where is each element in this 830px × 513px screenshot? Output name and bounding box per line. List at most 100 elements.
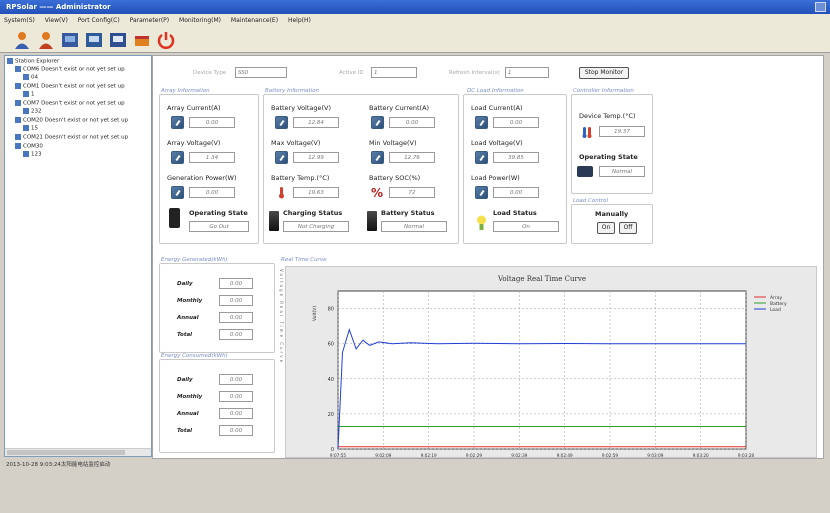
device-icon[interactable] xyxy=(60,30,80,50)
menu-parameter[interactable]: Parameter(P) xyxy=(130,17,170,24)
charging-status-value: Not Charging xyxy=(283,221,349,232)
tree-item[interactable]: 123 xyxy=(23,151,42,158)
battery-voltage-label: Battery Voltage(V) xyxy=(271,104,332,112)
real-time-side-label: Voltage Real Time Curve xyxy=(279,269,284,365)
refresh-interval-field[interactable]: 1 xyxy=(505,67,549,78)
device-node-icon xyxy=(23,108,29,114)
device-temp-value: 19.37 xyxy=(599,126,645,137)
percent-icon: % xyxy=(371,186,384,200)
energy-con-annual-value: 0.00 xyxy=(219,408,253,419)
scrollbar-thumb[interactable] xyxy=(7,450,125,455)
gauge-icon xyxy=(171,116,184,129)
status-message: 2013-10-28 9:03:24太阳能电站监控启动 xyxy=(6,462,111,468)
controller-state-value: Normal xyxy=(599,166,645,177)
user-icon[interactable] xyxy=(12,30,32,50)
load-status-label: Load Status xyxy=(493,209,537,217)
legend-label-load: Load xyxy=(770,307,781,313)
load-voltage-label: Load Voltage(V) xyxy=(471,139,523,147)
menu-help[interactable]: Help(H) xyxy=(288,17,311,24)
device-node-icon xyxy=(23,151,29,157)
load-on-button[interactable]: On xyxy=(597,222,615,234)
x-tick-label: 9:02:29 xyxy=(466,453,482,458)
device-temp-label: Device Temp.(°C) xyxy=(579,112,636,120)
menu-system[interactable]: System(S) xyxy=(4,17,35,24)
battery-soc-value: 72 xyxy=(389,187,435,198)
energy-gen-annual-value: 0.00 xyxy=(219,312,253,323)
gauge-icon xyxy=(475,116,488,129)
generation-power-label: Generation Power(W) xyxy=(167,174,237,182)
x-tick-label: 9:02:39 xyxy=(511,453,527,458)
battery-current-label: Battery Current(A) xyxy=(369,104,430,112)
energy-consumed-group xyxy=(159,359,275,453)
device-node-icon xyxy=(23,125,29,131)
energy-generated-title: Energy Generated(kWh) xyxy=(161,257,228,263)
stop-monitor-button[interactable]: Stop Monitor xyxy=(579,67,629,79)
tree-item[interactable]: 04 xyxy=(23,74,38,81)
energy-con-monthly-value: 0.00 xyxy=(219,391,253,402)
device-type-select[interactable]: SS0 xyxy=(235,67,287,78)
load-power-label: Load Power(W) xyxy=(471,174,520,182)
menu-maintenance[interactable]: Maintenance(E) xyxy=(231,17,278,24)
port-icon xyxy=(15,117,21,123)
load-off-button[interactable]: Off xyxy=(619,222,637,234)
station-explorer: Station Explorer COM6 Doesn't exist or n… xyxy=(4,55,152,457)
refresh-interval-label: Refresh Interval(s) xyxy=(449,70,500,76)
generation-power-value: 0.00 xyxy=(189,187,235,198)
tree-item[interactable]: COM20 Doesn't exist or not yet set up xyxy=(15,117,128,124)
energy-gen-total-value: 0.00 xyxy=(219,329,253,340)
port-icon xyxy=(15,134,21,140)
y-tick-label: 80 xyxy=(328,307,334,313)
close-icon[interactable] xyxy=(815,2,826,12)
gauge-icon xyxy=(371,151,384,164)
battery-temp-value: 19.63 xyxy=(293,187,339,198)
array-current-label: Array Current(A) xyxy=(167,104,221,112)
battery-voltage-value: 12.84 xyxy=(293,117,339,128)
tree-item[interactable]: 15 xyxy=(23,125,38,132)
active-id-field[interactable]: 1 xyxy=(371,67,417,78)
energy-gen-daily-value: 0.00 xyxy=(219,278,253,289)
user-manage-icon[interactable] xyxy=(36,30,56,50)
device-type-label: Device Type xyxy=(193,70,227,76)
print-icon[interactable] xyxy=(108,30,128,50)
menu-monitoring[interactable]: Monitoring(M) xyxy=(179,17,221,24)
tree-item[interactable]: COM6 Doesn't exist or not yet set up xyxy=(15,66,125,73)
title-bar: RPSolar —— Administrator xyxy=(0,0,830,14)
energy-gen-annual-label: Annual xyxy=(177,315,199,321)
energy-consumed-title: Energy Consumed(kWh) xyxy=(161,353,228,359)
controller-info-title: Controller Information xyxy=(573,88,634,94)
load-status-value: On xyxy=(493,221,559,232)
horizontal-scrollbar[interactable] xyxy=(5,448,151,456)
menu-port-config[interactable]: Port Config(C) xyxy=(78,17,120,24)
voltage-chart: Voltage Real Time Curve Volt(V) 0 20 40 60 80 9… xyxy=(285,266,817,458)
real-time-title: Real Time Curve xyxy=(281,257,327,263)
y-tick-label: 40 xyxy=(328,377,334,383)
thermometer-icon xyxy=(581,126,594,139)
x-tick-label: 9:02:19 xyxy=(421,453,437,458)
legend-label-battery: Battery xyxy=(770,301,787,307)
energy-con-total-value: 0.00 xyxy=(219,425,253,436)
network-icon[interactable] xyxy=(84,30,104,50)
battery-soc-label: Battery SOC(%) xyxy=(369,174,421,182)
charging-status-label: Charging Status xyxy=(283,209,343,217)
energy-con-daily-value: 0.00 xyxy=(219,374,253,385)
power-icon[interactable] xyxy=(156,30,176,50)
load-control-mode: Manually xyxy=(595,210,629,218)
tree-item[interactable]: COM30 xyxy=(15,143,43,150)
array-state-label: Operating State xyxy=(189,209,248,217)
tree-item[interactable]: 1 xyxy=(23,91,35,98)
tree-item[interactable]: COM1 Doesn't exist or not yet set up xyxy=(15,83,125,90)
energy-gen-total-label: Total xyxy=(177,332,193,338)
tree-item[interactable]: COM21 Doesn't exist or not yet set up xyxy=(15,134,128,141)
battery-icon xyxy=(367,211,377,231)
active-id-label: Active ID xyxy=(339,70,364,76)
battery-temp-label: Battery Temp.(°C) xyxy=(271,174,330,182)
minimize-icon[interactable] xyxy=(132,30,152,50)
array-state-value: Go Out xyxy=(189,221,249,232)
tree-item[interactable]: COM7 Doesn't exist or not yet set up xyxy=(15,100,125,107)
tree-root[interactable]: Station Explorer xyxy=(7,58,59,65)
port-icon xyxy=(15,143,21,149)
tree-item[interactable]: 232 xyxy=(23,108,42,115)
array-voltage-value: 1.34 xyxy=(189,152,235,163)
menu-view[interactable]: View(V) xyxy=(45,17,68,24)
x-tick-label: 9:03:09 xyxy=(647,453,663,458)
